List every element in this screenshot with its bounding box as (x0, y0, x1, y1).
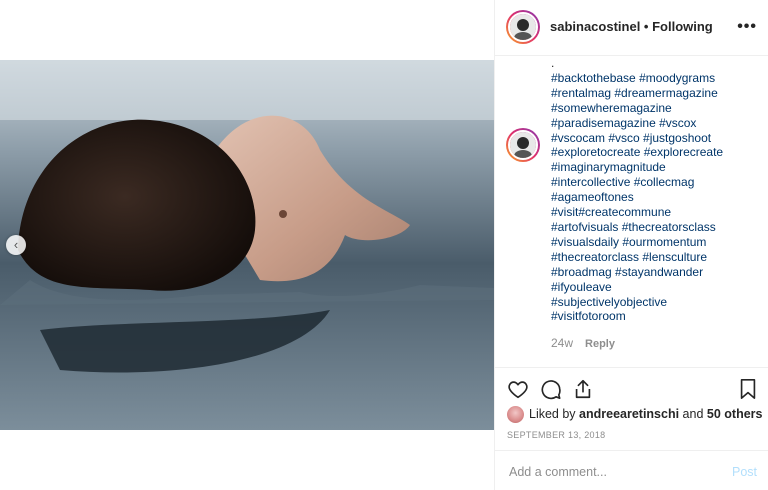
chevron-left-icon: ‹ (13, 237, 19, 252)
post-details-pane: sabinacostinel • Following ••• . #backto… (494, 0, 768, 490)
caption-avatar[interactable] (508, 130, 538, 160)
liker-username[interactable]: andreearetinschi (579, 407, 679, 421)
comment-bar: Add a comment... Post (495, 450, 768, 490)
post-comment-button[interactable]: Post (732, 465, 757, 479)
comment-input[interactable]: Add a comment... (509, 465, 607, 479)
post-header-text: sabinacostinel • Following (550, 19, 713, 34)
share-icon[interactable] (572, 378, 594, 400)
photo-image (0, 60, 494, 430)
likes-prefix: Liked by (529, 407, 580, 421)
reply-button[interactable]: Reply (585, 338, 615, 350)
post-date: SEPTEMBER 13, 2018 (507, 430, 606, 440)
hashtag-line[interactable]: #rentalmag #dreamermagazine (551, 86, 763, 101)
hashtag-line[interactable]: #thecreatorclass #lensculture (551, 250, 763, 265)
heart-icon[interactable] (507, 378, 529, 400)
likes-row: Liked by andreearetinschi and 50 others (507, 405, 767, 423)
hashtag-line[interactable]: #visualsdaily #ourmomentum (551, 235, 763, 250)
hashtag-line[interactable]: #somewheremagazine (551, 101, 763, 116)
username-link[interactable]: sabinacostinel (550, 19, 640, 34)
hashtag-line[interactable]: #paradisemagazine #vscox (551, 116, 763, 131)
caption-text: . #backtothebase #moodygrams #rentalmag … (551, 56, 763, 324)
hashtag-line[interactable]: #visit#createcommune (551, 205, 763, 220)
hashtag-line[interactable]: #subjectivelyobjective (551, 295, 763, 310)
hashtag-line[interactable]: #intercollective #collecmag (551, 175, 763, 190)
likes-others-link[interactable]: 50 others (707, 407, 763, 421)
hashtag-line[interactable]: #backtothebase #moodygrams (551, 71, 763, 86)
hashtag-line[interactable]: #vscocam #vsco #justgoshoot (551, 131, 763, 146)
hashtag-line[interactable]: #artofvisuals #thecreatorsclass (551, 220, 763, 235)
caption-dot: . (551, 56, 555, 70)
likes-middle: and (679, 407, 707, 421)
likes-text[interactable]: Liked by andreearetinschi and 50 others (529, 407, 762, 421)
hashtag-line[interactable]: #ifyouleave (551, 280, 763, 295)
hashtag-line[interactable]: #imaginarymagnitude (551, 160, 763, 175)
hashtag-line[interactable]: #agameoftones (551, 190, 763, 205)
caption-area: . #backtothebase #moodygrams #rentalmag … (495, 56, 768, 366)
post-media-pane: ‹ (0, 0, 494, 490)
post-age: 24w (551, 336, 574, 350)
comment-icon[interactable] (540, 378, 562, 400)
hashtag-line[interactable]: #visitfotoroom (551, 309, 763, 324)
more-options-icon[interactable]: ••• (737, 18, 757, 36)
carousel-prev-button[interactable]: ‹ (6, 235, 26, 255)
liker-avatar[interactable] (507, 405, 524, 423)
post-header: sabinacostinel • Following ••• (495, 0, 768, 56)
follow-status-button[interactable]: Following (652, 19, 713, 34)
bookmark-icon[interactable] (738, 378, 758, 400)
action-bar (495, 367, 768, 407)
post-photo[interactable] (0, 60, 494, 430)
separator: • (640, 19, 653, 34)
avatar[interactable] (508, 12, 538, 42)
caption-meta: 24w Reply (551, 336, 615, 350)
hashtag-line[interactable]: #broadmag #stayandwander (551, 265, 763, 280)
hashtag-line[interactable]: #exploretocreate #explorecreate (551, 145, 763, 160)
